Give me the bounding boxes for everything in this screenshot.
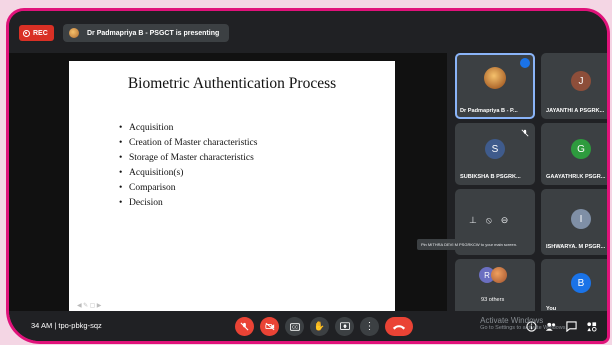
participant-tile[interactable]: Dr Padmapriya B - P... xyxy=(455,53,535,119)
presenter-avatar xyxy=(69,28,79,38)
avatar: G xyxy=(571,139,591,159)
pin-tooltip: Pin MITHRA DEVI M PSGRKCW to your main s… xyxy=(417,239,522,250)
participant-name: GAAYATHRI.K PSGR... xyxy=(546,174,606,180)
more-vert-icon: ⋮ xyxy=(364,320,375,332)
mic-toggle-button[interactable] xyxy=(235,317,254,336)
mic-off-icon xyxy=(607,59,610,67)
hand-icon: ✋ xyxy=(313,321,326,331)
tile-hover-controls: ⊥ ⦸ ⊖ xyxy=(469,215,508,226)
recording-badge: REC xyxy=(19,25,54,41)
avatar xyxy=(491,267,507,283)
slide-bullet: Creation of Master characteristics xyxy=(119,136,257,151)
mic-off-icon xyxy=(607,195,610,203)
slide-title: Biometric Authentication Process xyxy=(127,75,337,92)
avatar xyxy=(484,67,506,89)
slide-bullet: Acquisition xyxy=(119,121,257,136)
presentation-stage: Biometric Authentication Process Acquisi… xyxy=(9,53,447,317)
activate-windows-watermark: Activate Windows Go to Settings to activ… xyxy=(480,316,567,331)
remove-icon[interactable]: ⊖ xyxy=(501,215,509,226)
mic-off-icon xyxy=(607,129,610,137)
meeting-info: 34 AM | tpo-pbkg-sqz xyxy=(31,321,102,330)
mic-off-icon xyxy=(607,265,610,273)
avatar: B xyxy=(571,273,591,293)
meet-window: REC Dr Padmapriya B - PSGCT is presentin… xyxy=(6,8,610,344)
recording-label: REC xyxy=(33,29,48,37)
others-count: 93 others xyxy=(481,297,505,303)
avatar: S xyxy=(485,139,505,159)
bottom-bar: 34 AM | tpo-pbkg-sqz CC ✋ ⋮ Activate Win… xyxy=(9,311,607,341)
captions-button[interactable]: CC xyxy=(285,317,304,336)
participant-name: Dr Padmapriya B - P... xyxy=(460,108,518,114)
slide: Biometric Authentication Process Acquisi… xyxy=(69,61,395,313)
participant-tile[interactable]: J JAYANTHI A PSGRK... xyxy=(541,53,610,119)
present-icon xyxy=(339,322,350,330)
avatar: I xyxy=(571,209,591,229)
others-tile[interactable]: R 93 others xyxy=(455,259,535,317)
present-button[interactable] xyxy=(335,317,354,336)
raise-hand-button[interactable]: ✋ xyxy=(310,317,329,336)
activities-button[interactable] xyxy=(585,320,597,332)
activities-icon xyxy=(586,321,597,332)
mic-off-icon xyxy=(521,129,529,137)
svg-text:CC: CC xyxy=(291,324,297,329)
slide-bullet-list: Acquisition Creation of Master character… xyxy=(119,121,257,211)
more-options-button[interactable]: ⋮ xyxy=(360,317,379,336)
participant-name: ISHWARYA. M PSGR... xyxy=(546,244,606,250)
slide-bullet: Comparison xyxy=(119,181,257,196)
activate-title: Activate Windows xyxy=(480,316,544,325)
top-bar: REC Dr Padmapriya B - PSGCT is presentin… xyxy=(9,11,607,53)
call-controls: CC ✋ ⋮ xyxy=(235,317,413,336)
chat-icon xyxy=(565,320,577,332)
leave-call-button[interactable] xyxy=(385,317,413,336)
mute-mic-icon[interactable]: ⦸ xyxy=(486,215,492,226)
participant-tile[interactable]: I ISHWARYA. M PSGR... xyxy=(541,189,610,255)
speaking-indicator-icon xyxy=(520,58,530,68)
presenting-text: Dr Padmapriya B - PSGCT is presenting xyxy=(87,29,220,37)
presenting-banner[interactable]: Dr Padmapriya B - PSGCT is presenting xyxy=(63,24,230,42)
pin-icon[interactable]: ⊥ xyxy=(469,215,477,226)
slide-bullet: Decision xyxy=(119,196,257,211)
participant-name: JAYANTHI A PSGRK... xyxy=(546,108,605,114)
camera-off-icon xyxy=(264,322,274,331)
participant-tile[interactable]: S SUBIKSHA B PSGRK... xyxy=(455,123,535,185)
activate-subtitle: Go to Settings to activate Windows. xyxy=(480,325,567,331)
slide-bullet: Storage of Master characteristics xyxy=(119,151,257,166)
avatar: J xyxy=(571,71,591,91)
slide-controls[interactable]: ◀ ✎ ▢ ▶ xyxy=(77,302,101,309)
hang-up-icon xyxy=(392,324,406,330)
record-icon xyxy=(23,29,30,37)
camera-toggle-button[interactable] xyxy=(260,317,279,336)
participant-name: SUBIKSHA B PSGRK... xyxy=(460,174,521,180)
self-tile[interactable]: B You xyxy=(541,259,610,317)
slide-bullet: Acquisition(s) xyxy=(119,166,257,181)
participant-tile[interactable]: G GAAYATHRI.K PSGR... xyxy=(541,123,610,185)
captions-icon: CC xyxy=(289,322,300,331)
mic-off-icon xyxy=(240,322,249,331)
